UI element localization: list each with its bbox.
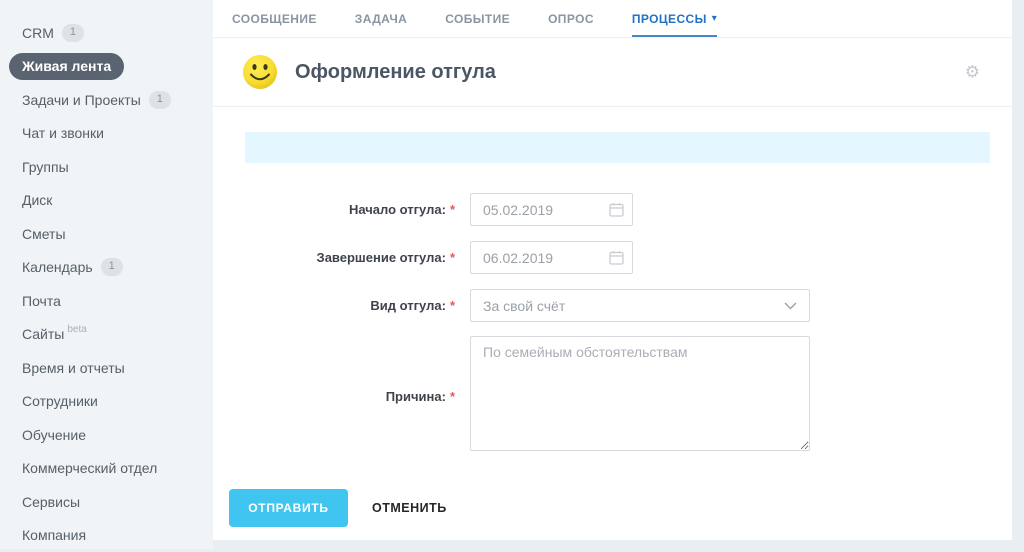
sidebar-item-employees[interactable]: Сотрудники bbox=[0, 385, 213, 419]
form-row-start-date: Начало отгула:* bbox=[213, 193, 1012, 226]
sidebar-item-label: Чат и звонки bbox=[22, 125, 104, 141]
sidebar-item-label: Сервисы bbox=[22, 494, 80, 510]
main-panel: СООБЩЕНИЕ ЗАДАЧА СОБЫТИЕ ОПРОС ПРОЦЕССЫ ▾ Офо… bbox=[213, 0, 1012, 540]
sidebar-item-drive[interactable]: Диск bbox=[0, 184, 213, 218]
leave-type-select[interactable]: За свой счёт bbox=[470, 289, 810, 322]
tab-event[interactable]: СОБЫТИЕ bbox=[445, 0, 510, 37]
tab-poll[interactable]: ОПРОС bbox=[548, 0, 594, 37]
time-off-form: Начало отгула:* Завершение отгула:* bbox=[213, 193, 1012, 456]
sidebar-item-label: Почта bbox=[22, 293, 61, 309]
form-row-leave-type: Вид отгула:* За свой счёт bbox=[213, 289, 1012, 322]
sidebar-item-label: Живая лента bbox=[9, 53, 124, 80]
sidebar-item-label: Группы bbox=[22, 159, 69, 175]
field-label: Завершение отгула:* bbox=[213, 250, 455, 265]
page-title: Оформление отгула bbox=[295, 61, 496, 84]
post-type-tabbar: СООБЩЕНИЕ ЗАДАЧА СОБЫТИЕ ОПРОС ПРОЦЕССЫ ▾ bbox=[213, 0, 1012, 38]
tab-task[interactable]: ЗАДАЧА bbox=[355, 0, 407, 37]
process-header: Оформление отгула ⚙ bbox=[213, 38, 1012, 107]
start-date-input[interactable] bbox=[470, 193, 633, 226]
sidebar-item-label: Обучение bbox=[22, 427, 86, 443]
sidebar-item-label: Сметы bbox=[22, 226, 66, 242]
caret-down-icon: ▾ bbox=[712, 14, 717, 24]
info-banner bbox=[245, 132, 990, 163]
tab-label: ОПРОС bbox=[548, 12, 594, 26]
sidebar-item-label: Задачи и Проекты bbox=[22, 92, 141, 108]
sidebar-item-time-reports[interactable]: Время и отчеты bbox=[0, 351, 213, 385]
sidebar-item-live-feed[interactable]: Живая лента bbox=[0, 50, 213, 84]
leave-type-selected-value: За свой счёт bbox=[483, 298, 565, 314]
reason-textarea[interactable] bbox=[470, 336, 810, 451]
form-row-reason: Причина:* bbox=[213, 336, 1012, 456]
counter-badge: 1 bbox=[149, 91, 171, 109]
form-row-end-date: Завершение отгула:* bbox=[213, 241, 1012, 274]
sidebar: CRM 1 Живая лента Задачи и Проекты 1 Чат и зв… bbox=[0, 0, 213, 549]
sidebar-item-label: Диск bbox=[22, 192, 52, 208]
sidebar-item-label: Календарь bbox=[22, 259, 93, 275]
sidebar-item-crm[interactable]: CRM 1 bbox=[0, 16, 213, 50]
sidebar-item-estimates[interactable]: Сметы bbox=[0, 217, 213, 251]
sidebar-item-label: Сайты bbox=[22, 326, 64, 342]
sidebar-item-tasks-projects[interactable]: Задачи и Проекты 1 bbox=[0, 83, 213, 117]
sidebar-item-chat-calls[interactable]: Чат и звонки bbox=[0, 117, 213, 151]
sidebar-item-commercial-dept[interactable]: Коммерческий отдел bbox=[0, 452, 213, 486]
counter-badge: 1 bbox=[101, 258, 123, 276]
tab-label: ПРОЦЕССЫ bbox=[632, 12, 707, 26]
tab-message[interactable]: СООБЩЕНИЕ bbox=[232, 0, 317, 37]
form-actions: ОТПРАВИТЬ ОТМЕНИТЬ bbox=[229, 489, 1012, 527]
sidebar-item-sites[interactable]: Сайтыbeta bbox=[0, 318, 213, 352]
tab-label: СООБЩЕНИЕ bbox=[232, 12, 317, 26]
sidebar-item-mail[interactable]: Почта bbox=[0, 284, 213, 318]
tab-processes[interactable]: ПРОЦЕССЫ ▾ bbox=[632, 0, 717, 37]
sidebar-item-services[interactable]: Сервисы bbox=[0, 485, 213, 519]
tab-label: СОБЫТИЕ bbox=[445, 12, 510, 26]
sidebar-item-label: Время и отчеты bbox=[22, 360, 125, 376]
beta-tag: beta bbox=[67, 324, 86, 335]
chevron-down-icon bbox=[784, 302, 797, 310]
sidebar-item-training[interactable]: Обучение bbox=[0, 418, 213, 452]
gear-icon[interactable]: ⚙ bbox=[965, 64, 980, 81]
sidebar-item-groups[interactable]: Группы bbox=[0, 150, 213, 184]
required-mark: * bbox=[450, 298, 455, 313]
cancel-button[interactable]: ОТМЕНИТЬ bbox=[372, 501, 447, 515]
field-label: Вид отгула:* bbox=[213, 298, 455, 313]
sidebar-item-calendar[interactable]: Календарь 1 bbox=[0, 251, 213, 285]
tab-label: ЗАДАЧА bbox=[355, 12, 407, 26]
sidebar-item-company[interactable]: Компания bbox=[0, 519, 213, 552]
counter-badge: 1 bbox=[62, 24, 84, 42]
sidebar-item-label: Сотрудники bbox=[22, 393, 98, 409]
required-mark: * bbox=[450, 389, 455, 404]
field-label: Начало отгула:* bbox=[213, 202, 455, 217]
end-date-input[interactable] bbox=[470, 241, 633, 274]
sidebar-item-label: CRM bbox=[22, 25, 54, 41]
required-mark: * bbox=[450, 250, 455, 265]
submit-button[interactable]: ОТПРАВИТЬ bbox=[229, 489, 348, 527]
smiley-icon bbox=[242, 54, 278, 90]
sidebar-item-label: Коммерческий отдел bbox=[22, 460, 157, 476]
sidebar-item-label: Компания bbox=[22, 527, 86, 543]
field-label: Причина:* bbox=[213, 389, 455, 404]
required-mark: * bbox=[450, 202, 455, 217]
